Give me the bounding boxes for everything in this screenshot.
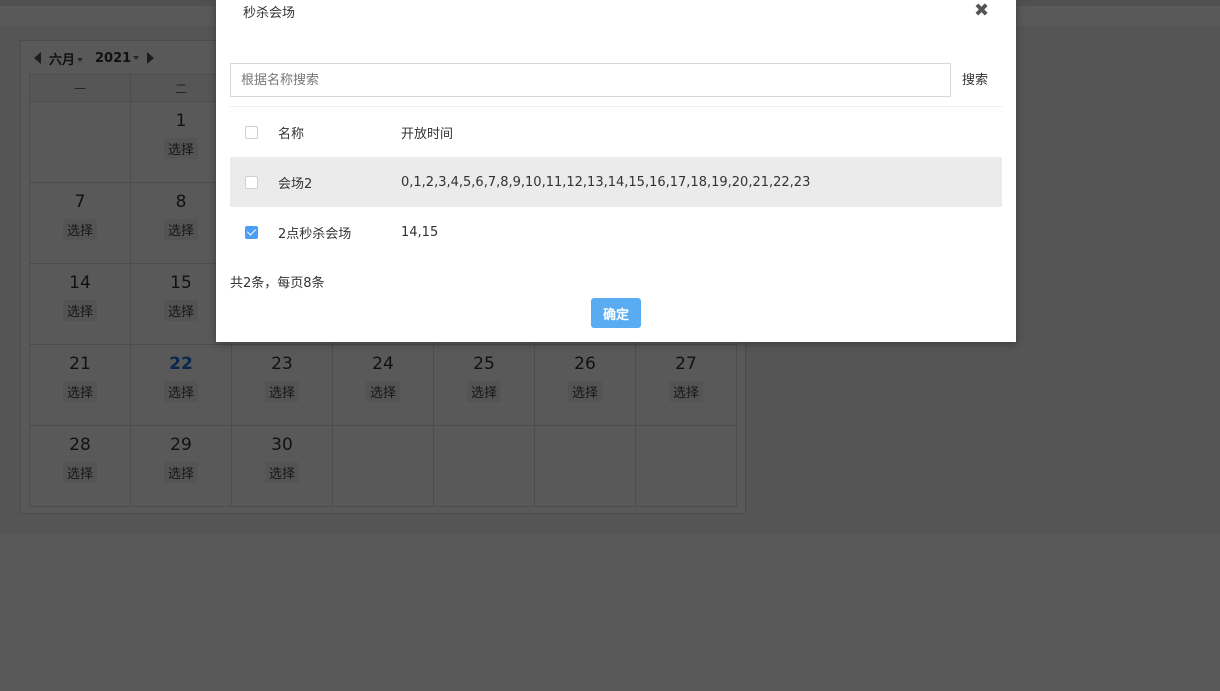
- select-all-checkbox[interactable]: [245, 125, 258, 139]
- confirm-button[interactable]: 确定: [591, 298, 641, 328]
- close-icon[interactable]: ✖: [974, 0, 989, 21]
- row-time: 14,15: [401, 224, 439, 240]
- column-header-name: 名称: [278, 126, 305, 142]
- search-button[interactable]: 搜索: [962, 69, 988, 88]
- table-row[interactable]: 会场2 0,1,2,3,4,5,6,7,8,9,10,11,12,13,14,1…: [230, 157, 1002, 207]
- row-time: 0,1,2,3,4,5,6,7,8,9,10,11,12,13,14,15,16…: [401, 174, 811, 190]
- row-checkbox[interactable]: [245, 225, 258, 239]
- venue-table: 名称 开放时间 会场2 0,1,2,3,4,5,6,7,8,9,10,11,12…: [230, 106, 1002, 257]
- venue-select-modal: 秒杀会场 ✖ 搜索 名称 开放时间 会场2 0,1,2,3,4,5,6,7,8,…: [216, 0, 1016, 342]
- table-row[interactable]: 2点秒杀会场 14,15: [230, 207, 1002, 257]
- row-checkbox[interactable]: [245, 175, 258, 189]
- row-name: 2点秒杀会场: [278, 226, 352, 242]
- pagination-info: 共2条，每页8条: [230, 276, 325, 291]
- row-name: 会场2: [278, 176, 313, 192]
- column-header-time: 开放时间: [401, 126, 454, 142]
- modal-title: 秒杀会场: [243, 6, 296, 21]
- table-header-row: 名称 开放时间: [230, 107, 1002, 157]
- search-input[interactable]: [230, 63, 951, 97]
